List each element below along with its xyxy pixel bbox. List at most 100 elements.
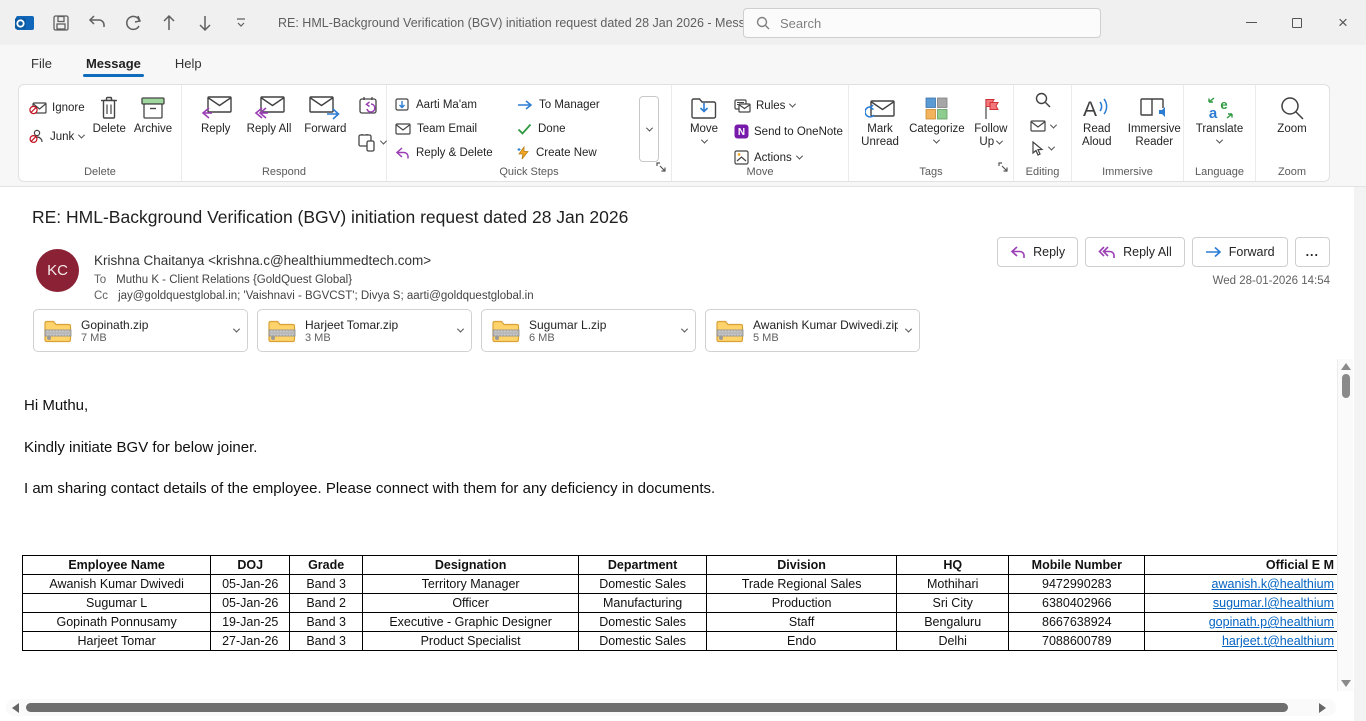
svg-text:A: A [1083, 98, 1097, 120]
quick-steps-scroll[interactable] [639, 96, 659, 162]
tags-dialog-launcher[interactable] [998, 159, 1008, 177]
sender-avatar[interactable]: KC [36, 249, 79, 292]
attachment-chip[interactable]: Sugumar L.zip 6 MB [481, 309, 696, 352]
tab-message[interactable]: Message [73, 50, 154, 77]
svg-text:N: N [738, 127, 745, 138]
check-icon [517, 123, 532, 135]
undo-icon[interactable] [86, 12, 108, 34]
minimize-button[interactable] [1228, 0, 1274, 45]
ignore-button[interactable]: Ignore [29, 96, 85, 119]
rules-button[interactable]: Rules [734, 94, 843, 117]
cell-employee-name: Awanish Kumar Dwivedi [23, 575, 211, 594]
quick-step-aarti[interactable]: Aarti Ma'am [395, 93, 513, 117]
move-down-icon[interactable] [194, 12, 216, 34]
read-aloud-button[interactable]: A Read Aloud [1072, 90, 1122, 149]
related-button[interactable] [1030, 117, 1056, 135]
forward-header-button[interactable]: Forward [1192, 237, 1288, 267]
move-up-icon[interactable] [158, 12, 180, 34]
table-row: Sugumar L 05-Jan-26 Band 2 Officer Manuf… [23, 594, 1338, 613]
sender-line[interactable]: Krishna Chaitanya <krishna.c@healthiumme… [94, 253, 431, 268]
chevron-down-icon [78, 132, 85, 139]
quick-step-reply-delete[interactable]: Reply & Delete [395, 141, 513, 165]
reply-button[interactable]: Reply [192, 90, 239, 154]
send-to-onenote-button[interactable]: N Send to OneNote [734, 120, 843, 143]
customize-toolbar-icon[interactable] [230, 12, 252, 34]
scroll-up-arrow-icon[interactable] [1341, 363, 1351, 370]
tab-file[interactable]: File [18, 50, 65, 77]
scroll-down-arrow-icon[interactable] [1341, 680, 1351, 687]
onenote-icon: N [734, 124, 749, 139]
share-button[interactable] [358, 131, 386, 154]
translate-button[interactable]: ae Translate [1189, 90, 1251, 144]
quick-step-to-manager[interactable]: To Manager [517, 93, 635, 117]
reply-header-button[interactable]: Reply [997, 237, 1078, 267]
cell-email: sugumar.l@healthium [1145, 594, 1338, 613]
redo-icon[interactable] [122, 12, 144, 34]
reply-all-header-button[interactable]: Reply All [1085, 237, 1185, 267]
attachment-chip[interactable]: Awanish Kumar Dwivedi.zip 5 MB [705, 309, 920, 352]
cell-mobile: 7088600789 [1009, 632, 1145, 651]
horizontal-scroll-thumb[interactable] [26, 703, 1288, 712]
scroll-left-arrow-icon[interactable] [12, 703, 19, 713]
horizontal-scrollbar[interactable] [6, 699, 1336, 716]
to-recipients[interactable]: Muthu K - Client Relations {GoldQuest Gl… [116, 274, 352, 286]
chevron-down-icon[interactable] [905, 326, 912, 333]
attachment-chip[interactable]: Harjeet Tomar.zip 3 MB [257, 309, 472, 352]
attachment-size: 5 MB [753, 332, 898, 344]
cell-designation: Executive - Graphic Designer [363, 613, 579, 632]
envelope-icon [395, 123, 411, 135]
email-link[interactable]: gopinath.p@healthium [1209, 615, 1334, 629]
move-group-label: Move [672, 166, 848, 178]
zoom-button[interactable]: Zoom [1267, 90, 1317, 136]
chevron-down-icon[interactable] [681, 326, 688, 333]
vertical-scroll-thumb[interactable] [1342, 374, 1350, 398]
categorize-button[interactable]: Categorize [909, 90, 965, 149]
zip-folder-icon [715, 318, 745, 344]
email-link[interactable]: harjeet.t@healthium [1222, 634, 1334, 648]
vertical-scrollbar[interactable] [1337, 359, 1353, 691]
email-link[interactable]: awanish.k@healthium [1212, 577, 1334, 591]
junk-button[interactable]: Junk [29, 125, 85, 148]
maximize-button[interactable] [1274, 0, 1320, 45]
quick-steps-dialog-launcher[interactable] [656, 159, 666, 177]
outlook-logo-icon [14, 12, 36, 34]
table-row: Awanish Kumar Dwivedi 05-Jan-26 Band 3 T… [23, 575, 1338, 594]
quick-step-done[interactable]: Done [517, 117, 635, 141]
attachment-size: 6 MB [529, 332, 674, 344]
mark-unread-button[interactable]: Mark Unread [855, 90, 905, 149]
chevron-down-icon[interactable] [457, 326, 464, 333]
search-input[interactable]: Search [743, 8, 1101, 38]
archive-button[interactable]: Archive [134, 90, 172, 148]
quick-steps-group-label: Quick Steps [387, 166, 671, 178]
email-link[interactable]: sugumar.l@healthium [1213, 596, 1334, 610]
move-button[interactable]: Move [684, 90, 724, 169]
share-icon [358, 134, 376, 152]
select-button[interactable] [1031, 139, 1054, 157]
follow-up-button[interactable]: Follow Up [969, 90, 1013, 149]
quick-step-team-email[interactable]: Team Email [395, 117, 513, 141]
table-row: Harjeet Tomar 27-Jan-26 Band 3 Product S… [23, 632, 1338, 651]
reply-all-button[interactable]: Reply All [245, 90, 292, 154]
scroll-right-arrow-icon[interactable] [1319, 703, 1326, 713]
junk-icon [29, 129, 45, 144]
immersive-reader-button[interactable]: Immersive Reader [1126, 90, 1183, 149]
find-button[interactable] [1035, 92, 1051, 113]
cc-recipients[interactable]: jay@goldquestglobal.in; 'Vaishnavi - BGV… [118, 290, 534, 302]
cell-mobile: 6380402966 [1009, 594, 1145, 613]
tab-help[interactable]: Help [162, 50, 215, 77]
reply-all-arrow-icon [1098, 246, 1116, 259]
attachment-chip[interactable]: Gopinath.zip 7 MB [33, 309, 248, 352]
delete-button[interactable]: Delete [93, 90, 126, 148]
chevron-down-icon[interactable] [233, 326, 240, 333]
save-icon[interactable] [50, 12, 72, 34]
close-button[interactable]: × [1320, 0, 1366, 45]
meeting-button[interactable] [358, 96, 386, 119]
tags-group-label: Tags [849, 166, 1013, 178]
zip-folder-icon [267, 318, 297, 344]
cell-grade: Band 3 [290, 613, 363, 632]
search-icon [1035, 92, 1051, 108]
col-hq: HQ [897, 556, 1009, 575]
quick-step-create-new[interactable]: Create New [517, 141, 635, 165]
more-actions-button[interactable]: ... [1295, 237, 1330, 267]
forward-button[interactable]: Forward [299, 90, 352, 154]
